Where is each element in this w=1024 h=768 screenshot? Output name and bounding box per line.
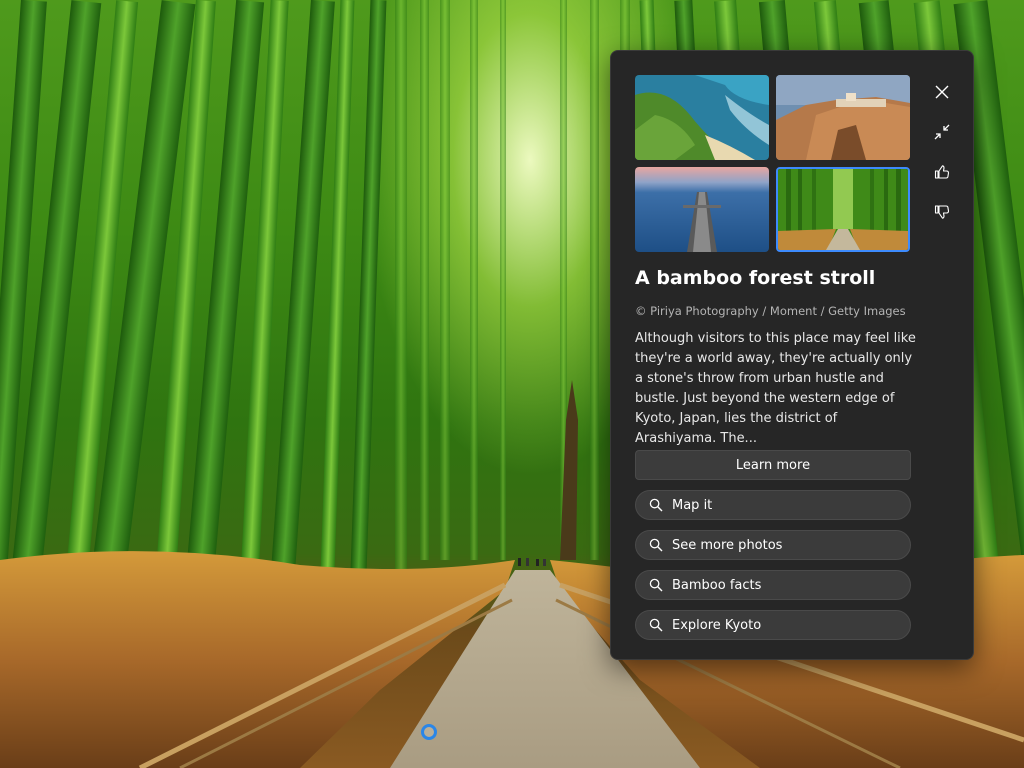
cursor-indicator [421, 724, 437, 740]
suggestion-see-more-photos[interactable]: See more photos [635, 530, 911, 560]
thumbnail-bamboo-forest-path[interactable] [776, 167, 910, 252]
search-icon [649, 578, 663, 592]
spotlight-description: Although visitors to this place may feel… [635, 331, 916, 446]
suggestion-bamboo-facts[interactable]: Bamboo facts [635, 570, 911, 600]
photo-credit: © Piriya Photography / Moment / Getty Im… [635, 304, 906, 318]
suggestion-label: See more photos [672, 537, 783, 553]
suggestion-explore-kyoto[interactable]: Explore Kyoto [635, 610, 911, 640]
thumbnail-cliff-town-bridge[interactable] [776, 75, 910, 160]
close-icon [935, 85, 949, 99]
suggestion-label: Bamboo facts [672, 577, 762, 593]
spotlight-panel: A bamboo forest stroll © Piriya Photogra… [610, 50, 974, 660]
dislike-button[interactable] [929, 199, 955, 225]
spotlight-title: A bamboo forest stroll [635, 267, 876, 289]
suggestion-map-it[interactable]: Map it [635, 490, 911, 520]
suggestion-label: Map it [672, 497, 713, 513]
like-button[interactable] [929, 159, 955, 185]
thumbnail-pier-into-sea[interactable] [635, 167, 769, 252]
search-icon [649, 498, 663, 512]
search-icon [649, 538, 663, 552]
thumbnail-grid [635, 75, 911, 253]
thumbs-down-icon [934, 205, 950, 219]
close-button[interactable] [929, 79, 955, 105]
learn-more-button[interactable]: Learn more [635, 450, 911, 480]
suggestion-label: Explore Kyoto [672, 617, 762, 633]
collapse-icon [934, 124, 950, 140]
suggestion-list: Map it See more photos Bamboo facts Expl… [635, 490, 911, 650]
collapse-button[interactable] [929, 119, 955, 145]
side-actions [929, 79, 955, 239]
search-icon [649, 618, 663, 632]
thumbnail-coastal-cliff-beach[interactable] [635, 75, 769, 160]
thumbs-up-icon [934, 165, 950, 179]
